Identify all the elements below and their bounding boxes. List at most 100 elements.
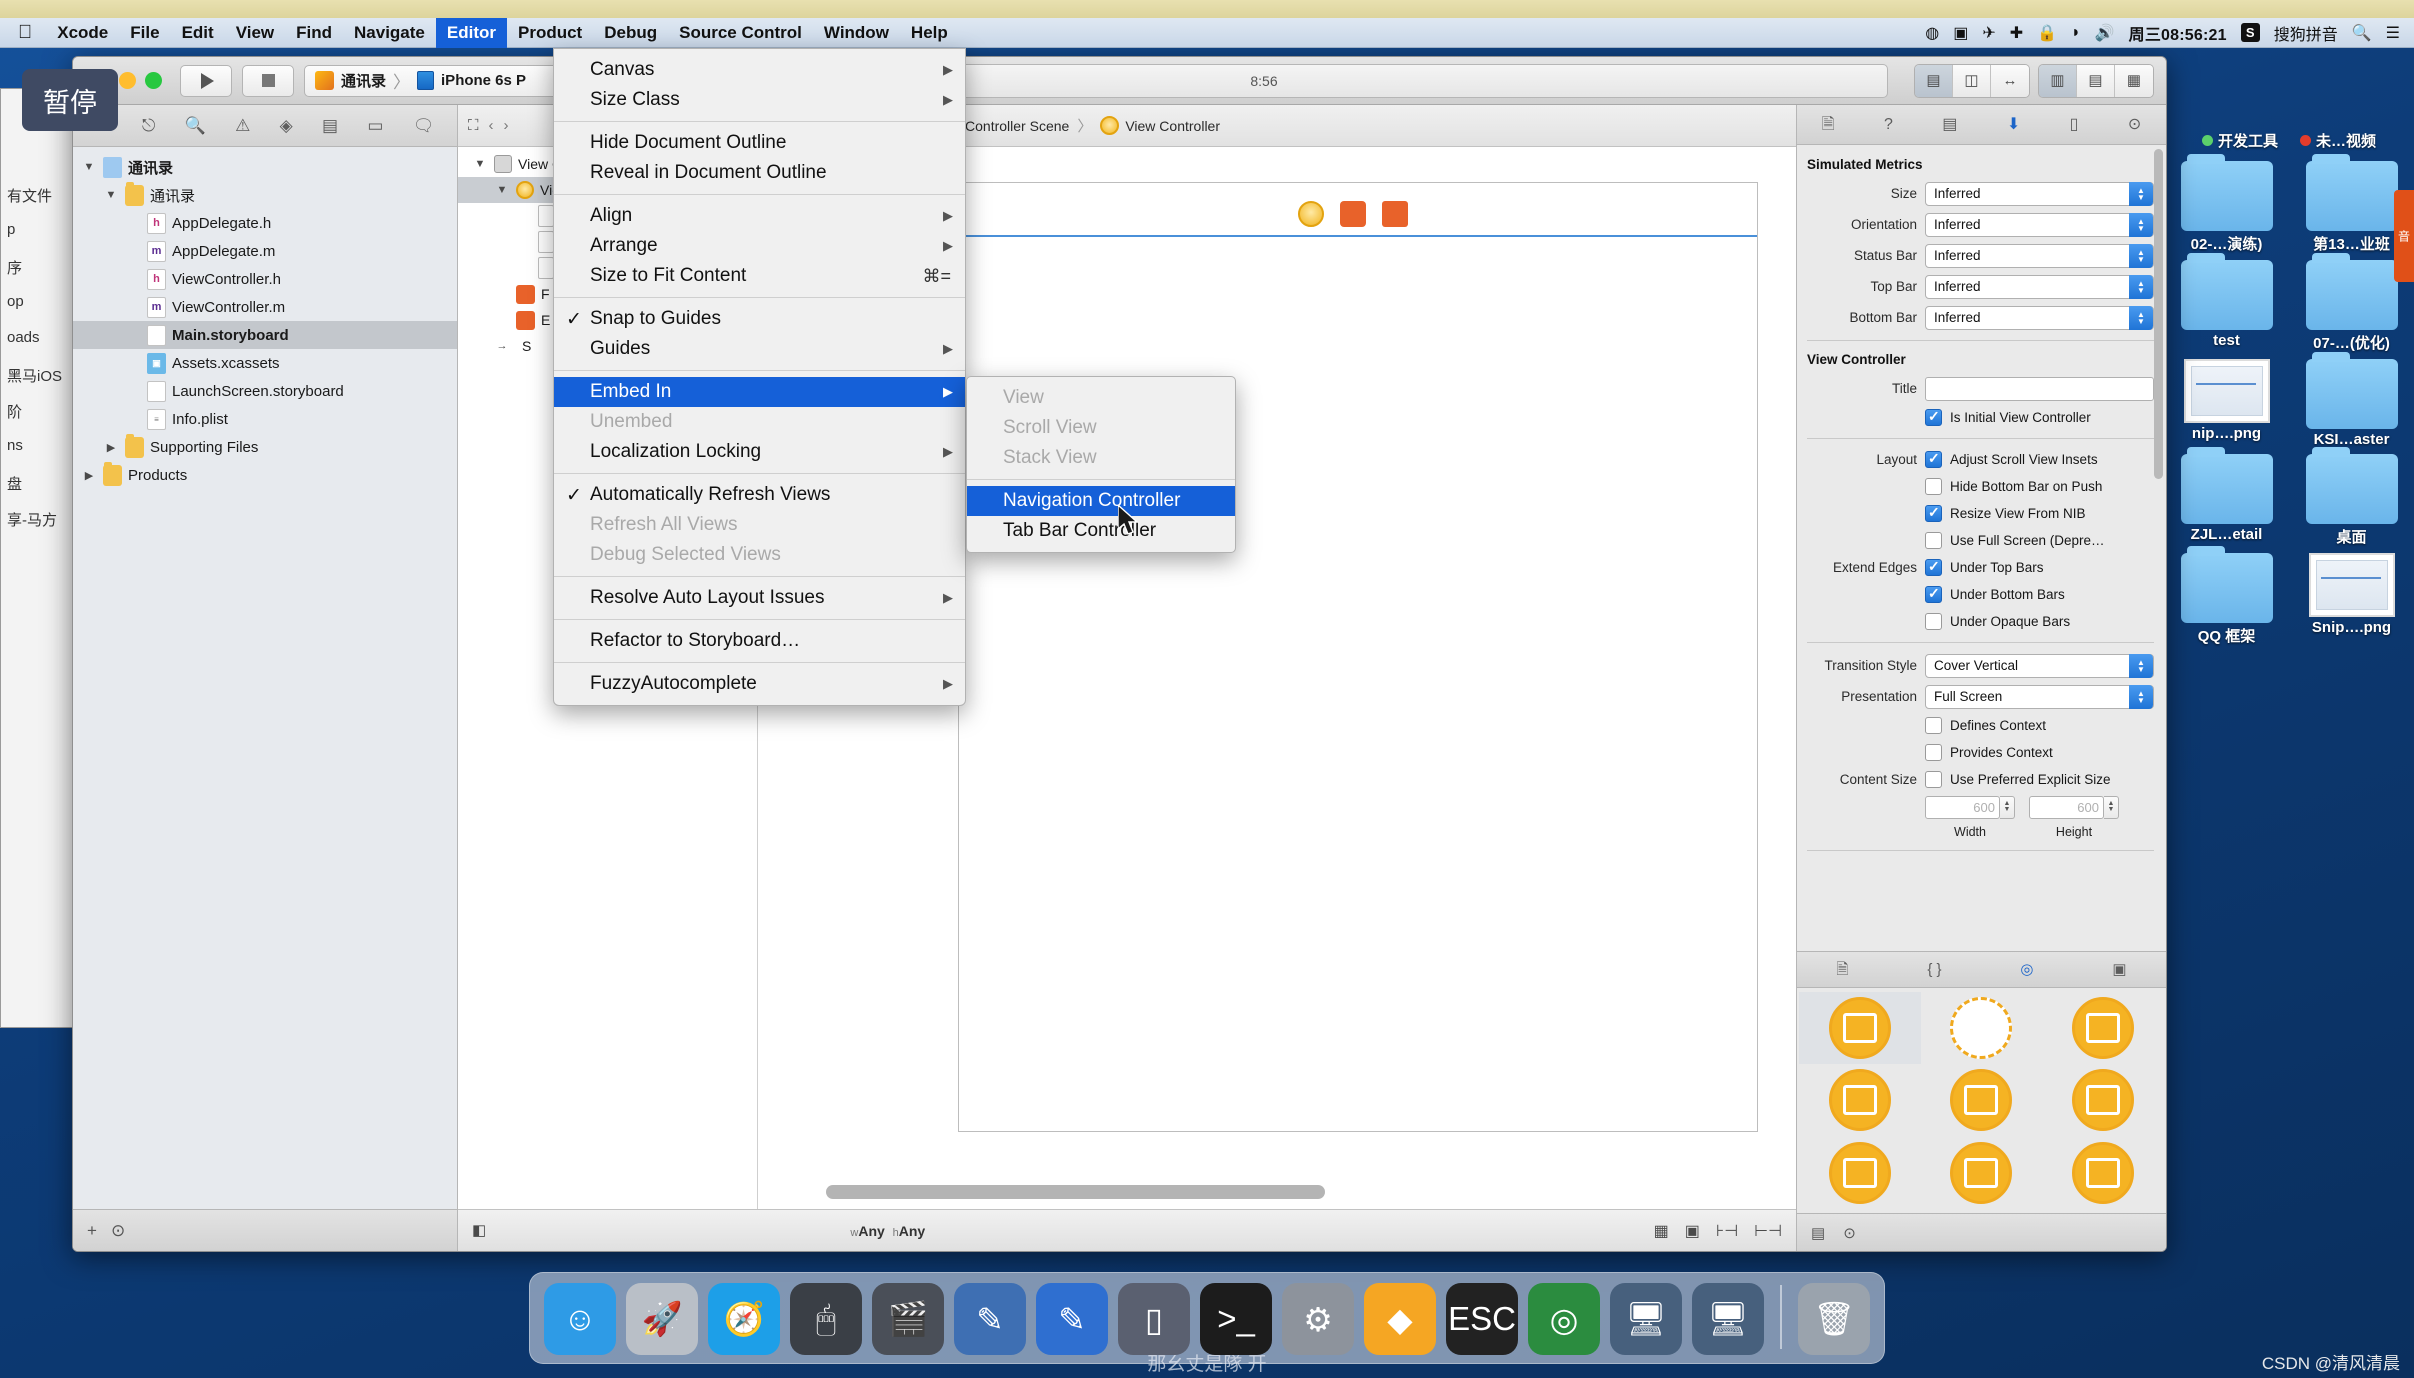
simulated-metric-row[interactable]: Top Bar Inferred ▲ ▼ xyxy=(1797,271,2166,302)
library-tab-bar[interactable]: 🗎 { } ◎ ▣ xyxy=(1797,952,2166,988)
breadcrumb-item[interactable]: View Controller xyxy=(1100,116,1220,135)
table-view-controller-object-icon[interactable] xyxy=(1828,1069,1891,1132)
toggle-debug-area-button[interactable]: ▤ xyxy=(2077,64,2115,97)
dock[interactable]: ☺ 🚀 🧭 🖱 🎬 ✎ ✎ ▯ >_ ⚙ ◆ ESC ◎ 🖥 🖥 🗑 xyxy=(529,1272,1885,1364)
desktop-top-item[interactable]: 开发工具 xyxy=(2201,130,2278,151)
desktop-icon[interactable]: test xyxy=(2164,253,2289,353)
breakpoint-navigator-icon[interactable]: ▭ xyxy=(367,117,383,134)
glkit-view-controller-object-icon[interactable] xyxy=(2072,1141,2135,1204)
library-filter-icon[interactable]: ⊙ xyxy=(1843,1224,1856,1242)
source-control-navigator-icon[interactable]: ⎋ xyxy=(142,117,155,134)
layout-option-row[interactable]: Hide Bottom Bar on Push xyxy=(1797,473,2166,500)
embed-in-submenu[interactable]: View Scroll View Stack View Navigation Cont… xyxy=(966,376,1236,553)
menu-editor[interactable]: Editor xyxy=(435,17,507,48)
presentation-popup[interactable]: Full Screen ▲ ▼ xyxy=(1925,684,2154,709)
embed-icon[interactable]: ▣ xyxy=(1685,1221,1700,1241)
is-initial-vc-row[interactable]: Is Initial View Controller xyxy=(1797,404,2166,431)
dock-item-sketch[interactable]: ◆ xyxy=(1364,1283,1436,1355)
menu-item-size-class[interactable]: Size Class ▶ xyxy=(554,85,965,115)
search-icon[interactable]: 🔍 xyxy=(2352,23,2372,43)
simulated-metric-popup[interactable]: Inferred ▲ ▼ xyxy=(1925,305,2154,330)
image-file-icon[interactable] xyxy=(2183,359,2270,423)
view-controller-object-icon[interactable] xyxy=(1828,997,1891,1060)
assistant-editor-button[interactable]: ◫ xyxy=(1953,64,1991,97)
folder-icon[interactable] xyxy=(2180,253,2273,330)
first-responder-badge-icon[interactable] xyxy=(1340,201,1366,227)
editor-footer-buttons[interactable]: ▦ ▣ ⊦⊣ ⊢⊣ xyxy=(1654,1221,1782,1241)
attributes-inspector-icon[interactable]: ⬇ xyxy=(2007,116,2020,133)
menu-edit[interactable]: Edit xyxy=(171,18,225,48)
issue-navigator-icon[interactable]: ⚠ xyxy=(235,117,250,134)
attributes-inspector-body[interactable]: Simulated Metrics Size Inferred ▲ ▼ Orientat… xyxy=(1797,145,2166,951)
library-item[interactable] xyxy=(2042,1137,2164,1209)
airplay-icon[interactable]: ✈ xyxy=(1982,23,1995,43)
chevron-updown-icon[interactable]: ▲ ▼ xyxy=(2129,684,2153,709)
dock-item-finder[interactable]: ☺ xyxy=(544,1283,616,1355)
scrollbar-thumb[interactable] xyxy=(825,1185,1325,1199)
width-stepper[interactable]: ▲ ▼ xyxy=(2000,795,2015,819)
menu-debug[interactable]: Debug xyxy=(593,18,668,48)
dock-item-displays[interactable]: 🖥 xyxy=(1692,1283,1764,1355)
folder-icon[interactable] xyxy=(2180,447,2273,524)
folder-icon[interactable] xyxy=(2180,154,2273,231)
menu-window[interactable]: Window xyxy=(813,18,900,48)
defines-context-checkbox[interactable] xyxy=(1925,717,1942,734)
extend-edges-option-checkbox[interactable] xyxy=(1925,585,1942,603)
library-item[interactable] xyxy=(1921,1064,2043,1136)
simulated-metric-row[interactable]: Orientation Inferred ▲ ▼ xyxy=(1797,209,2166,240)
exit-badge-icon[interactable] xyxy=(1382,201,1408,227)
storyboard-reference-object-icon[interactable] xyxy=(1950,997,2013,1060)
navigator-item[interactable]: m ViewController.m xyxy=(73,293,457,321)
dock-item-imovie[interactable]: 🎬 xyxy=(872,1283,944,1355)
menu-item-guides[interactable]: Guides ▶ xyxy=(554,334,965,364)
chevron-updown-icon[interactable]: ▲ ▼ xyxy=(2129,653,2153,678)
presentation-row[interactable]: Presentation Full Screen ▲ ▼ xyxy=(1797,681,2166,712)
bluetooth-icon[interactable]: ✚ xyxy=(2010,23,2023,43)
filter-button[interactable]: ⊙ xyxy=(111,1221,125,1241)
library-item[interactable] xyxy=(2042,1064,2164,1136)
tab-bar-controller-object-icon[interactable] xyxy=(2072,1069,2135,1132)
menu-item-localization-locking[interactable]: Localization Locking ▶ xyxy=(554,437,965,467)
debug-navigator-icon[interactable]: ▤ xyxy=(322,117,338,134)
inspector-tab-bar[interactable]: 🗎 ? ▤ ⬇ ▯ ⊙ xyxy=(1797,105,2166,145)
test-navigator-icon[interactable]: ◈ xyxy=(280,117,293,134)
dock-item-system-preferences[interactable]: ⚙ xyxy=(1282,1283,1354,1355)
layout-checkbox-rows[interactable]: Layout Adjust Scroll View Insets Hide Bott… xyxy=(1797,446,2166,554)
library-item[interactable] xyxy=(1921,992,2043,1064)
menu-product[interactable]: Product xyxy=(507,18,593,48)
defines-context-row[interactable]: Defines Context xyxy=(1797,712,2166,739)
object-library-grid[interactable] xyxy=(1797,988,2166,1213)
desktop-icon[interactable]: 桌面 xyxy=(2289,447,2414,547)
dock-item-chrome[interactable]: ◎ xyxy=(1528,1283,1600,1355)
transition-style-row[interactable]: Transition Style Cover Vertical ▲ ▼ xyxy=(1797,650,2166,681)
outline-disclosure-icon[interactable]: ▼ xyxy=(494,184,510,196)
chevron-left-icon[interactable]: ‹ xyxy=(489,117,494,134)
page-view-controller-object-icon[interactable] xyxy=(1950,1141,2013,1204)
code-snippet-library-icon[interactable]: { } xyxy=(1927,962,1941,977)
menu-bar-clock[interactable]: 周三08:56:21 xyxy=(2129,21,2227,45)
navigator-item[interactable]: ▼ 通讯录 xyxy=(73,153,457,181)
dock-item-screens[interactable]: 🖥 xyxy=(1610,1283,1682,1355)
extend-edges-option-checkbox[interactable] xyxy=(1925,613,1942,630)
simulated-metric-row[interactable]: Size Inferred ▲ ▼ xyxy=(1797,178,2166,209)
volume-icon[interactable]: 🔊 xyxy=(2095,23,2115,43)
content-size-fields-row[interactable]: 600 ▲ ▼ 600 ▲ ▼ xyxy=(1797,793,2166,821)
side-tab-orange[interactable]: 音 xyxy=(2394,190,2414,282)
navigator-item[interactable]: ≡ Info.plist xyxy=(73,405,457,433)
dock-item-safari[interactable]: 🧭 xyxy=(708,1283,780,1355)
simulated-metric-popup[interactable]: Inferred ▲ ▼ xyxy=(1925,212,2154,237)
menu-find[interactable]: Find xyxy=(285,18,343,48)
menu-item-canvas[interactable]: Canvas ▶ xyxy=(554,55,965,85)
chevron-right-icon[interactable]: › xyxy=(504,117,509,134)
view-toggle-segmented-control[interactable]: ▥ ▤ ▦ xyxy=(2038,63,2154,98)
chevron-updown-icon[interactable]: ▲ ▼ xyxy=(2129,305,2153,330)
split-view-controller-object-icon[interactable] xyxy=(1828,1141,1891,1204)
navigator-item[interactable]: ▶ Products xyxy=(73,461,457,489)
constraints-icon[interactable]: ▦ xyxy=(1654,1221,1669,1241)
layout-option-checkbox[interactable] xyxy=(1925,504,1942,522)
menu-item-embed-in[interactable]: Embed In ▶ xyxy=(554,377,965,407)
file-template-library-icon[interactable]: 🗎 xyxy=(1836,962,1848,977)
library-footer[interactable]: ▤ ⊙ xyxy=(1797,1213,2166,1251)
disclosure-open-icon[interactable]: ▼ xyxy=(103,189,119,201)
menu-source-control[interactable]: Source Control xyxy=(668,18,813,48)
